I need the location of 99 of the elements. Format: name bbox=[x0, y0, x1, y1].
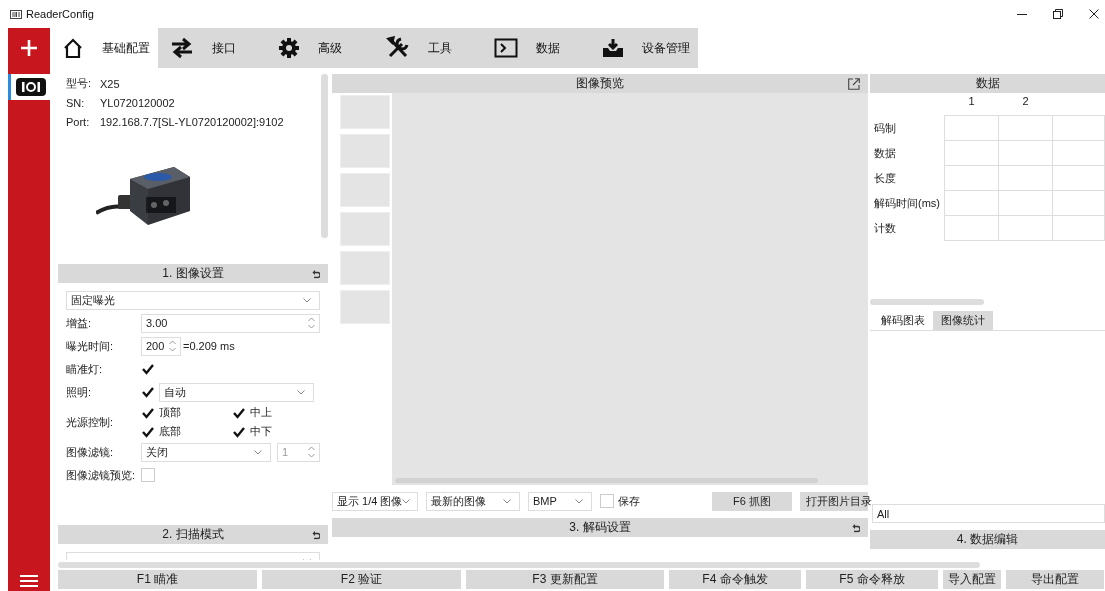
checkbox[interactable] bbox=[600, 494, 614, 508]
menu-button[interactable] bbox=[20, 575, 38, 587]
thumbnail-slot[interactable] bbox=[340, 290, 390, 324]
row-header: 计数 bbox=[874, 221, 896, 234]
option-label: 中上 bbox=[250, 405, 272, 420]
dropdown-caret-icon bbox=[503, 498, 511, 504]
setting-label: 图像滤镜预览: bbox=[66, 467, 137, 483]
tab[interactable]: 图像统计 bbox=[933, 311, 993, 330]
dropdown-caret-icon bbox=[303, 298, 311, 303]
thumbnail-slot[interactable] bbox=[340, 173, 390, 207]
window-title: ReaderConfig bbox=[26, 8, 94, 20]
checkbox[interactable] bbox=[141, 468, 155, 482]
device-button[interactable] bbox=[8, 74, 50, 100]
dropdown-caret-icon bbox=[402, 498, 411, 504]
popout-icon[interactable] bbox=[848, 77, 860, 90]
panel-title: 4. 数据编辑 bbox=[956, 531, 1019, 548]
field-value: X25 bbox=[100, 77, 120, 90]
checkmark-icon bbox=[142, 386, 154, 398]
checkbox-label: 保存 bbox=[618, 493, 640, 509]
setting-label: 照明: bbox=[66, 384, 93, 400]
checkmark-icon bbox=[142, 425, 154, 438]
exposure-reading: =0.209 ms bbox=[183, 340, 235, 352]
row-header: 数据 bbox=[874, 146, 896, 159]
function-button[interactable]: F4 命令触发 bbox=[669, 570, 801, 589]
terminal-icon bbox=[494, 38, 518, 58]
function-button[interactable]: F3 更新配置 bbox=[466, 570, 664, 589]
vertical-scrollbar[interactable] bbox=[321, 74, 328, 238]
barcode-icon bbox=[10, 9, 22, 19]
plus-icon bbox=[20, 39, 38, 57]
dropdown-caret-icon bbox=[297, 389, 305, 395]
dropdown[interactable]: 固定曝光 bbox=[66, 291, 320, 310]
row-header: 长度 bbox=[874, 171, 896, 184]
checkbox[interactable] bbox=[141, 362, 155, 376]
field-label: SN: bbox=[66, 96, 86, 109]
setting-label: 曝光时间: bbox=[66, 338, 115, 354]
function-button[interactable]: F5 命令释放 bbox=[806, 570, 938, 589]
option-label: 顶部 bbox=[159, 405, 181, 420]
panel-title: 2. 扫描模式 bbox=[162, 526, 224, 543]
spinner-arrows-icon bbox=[308, 317, 315, 329]
checkmark-icon bbox=[142, 363, 154, 375]
input-field[interactable]: 200 bbox=[141, 336, 181, 356]
field-value: 192.168.7.7[SL-YL0720120002]:9102 bbox=[100, 115, 284, 128]
horizontal-scrollbar[interactable] bbox=[58, 561, 980, 568]
row-header: 码制 bbox=[874, 121, 896, 134]
device-icon bbox=[15, 78, 46, 96]
checkbox[interactable] bbox=[141, 385, 155, 399]
input-field[interactable]: 3.00 bbox=[141, 313, 320, 333]
spinner-arrows-icon bbox=[169, 340, 176, 352]
restore-icon[interactable] bbox=[1053, 9, 1063, 19]
option-label: 底部 bbox=[159, 424, 181, 439]
swap-arrows-icon bbox=[170, 37, 194, 59]
close-icon[interactable] bbox=[1089, 9, 1099, 19]
thumbnail-slot[interactable] bbox=[340, 212, 390, 246]
filter-field[interactable]: All bbox=[872, 504, 1105, 523]
thumbnail-slot[interactable] bbox=[340, 251, 390, 285]
column-header: 2 bbox=[1022, 95, 1029, 107]
checkmark-icon bbox=[142, 406, 154, 419]
option-label: 中下 bbox=[250, 424, 272, 439]
thumbnail-slot[interactable] bbox=[340, 134, 390, 168]
checkmark-icon bbox=[233, 406, 245, 419]
setting-label: 图像滤镜: bbox=[66, 444, 115, 460]
toolbar-button[interactable]: F6 抓图 bbox=[712, 491, 792, 511]
dropdown[interactable]: 最新的图像 bbox=[426, 491, 520, 511]
panel-title: 数据 bbox=[975, 75, 1000, 92]
horizontal-scrollbar[interactable] bbox=[870, 299, 984, 305]
dropdown[interactable]: BMP bbox=[528, 491, 592, 511]
add-button[interactable] bbox=[8, 28, 50, 68]
home-icon bbox=[62, 37, 84, 59]
checkmark-icon bbox=[233, 425, 245, 438]
reset-icon[interactable] bbox=[312, 269, 320, 278]
panel-title: 1. 图像设置 bbox=[162, 265, 224, 282]
tools-icon bbox=[386, 36, 410, 60]
dropdown[interactable]: 关闭 bbox=[141, 442, 271, 462]
panel-title: 图像预览 bbox=[576, 75, 624, 92]
setting-label: 瞄准灯: bbox=[66, 361, 104, 377]
settings-icon bbox=[278, 37, 300, 59]
field-value: YL0720120002 bbox=[100, 96, 175, 109]
function-button[interactable]: 导入配置 bbox=[943, 570, 1001, 589]
panel-title: 3. 解码设置 bbox=[569, 519, 631, 536]
reset-icon[interactable] bbox=[312, 530, 320, 539]
row-header: 解码时间(ms) bbox=[874, 196, 940, 209]
dropdown-caret-icon bbox=[254, 449, 262, 455]
spinner-arrows-icon bbox=[308, 446, 315, 458]
dropdown[interactable]: 自动 bbox=[159, 382, 314, 402]
setting-label: 增益: bbox=[66, 315, 93, 331]
menu-icon bbox=[20, 575, 38, 587]
dropdown[interactable]: 显示 1/4 图像 bbox=[332, 491, 418, 511]
field-label: Port: bbox=[66, 115, 91, 128]
reset-icon[interactable] bbox=[852, 523, 860, 532]
column-header: 1 bbox=[968, 95, 975, 107]
tab[interactable]: 基础配置 bbox=[50, 28, 158, 68]
field-label: 型号: bbox=[66, 76, 93, 91]
setting-label: 光源控制: bbox=[66, 414, 115, 430]
thumbnail-slot[interactable] bbox=[340, 95, 390, 129]
download-tray-icon bbox=[602, 38, 624, 58]
dropdown-caret-icon bbox=[575, 498, 583, 504]
function-button[interactable]: F1 瞄准 bbox=[58, 570, 257, 589]
function-button[interactable]: 导出配置 bbox=[1006, 570, 1104, 589]
function-button[interactable]: F2 验证 bbox=[262, 570, 461, 589]
